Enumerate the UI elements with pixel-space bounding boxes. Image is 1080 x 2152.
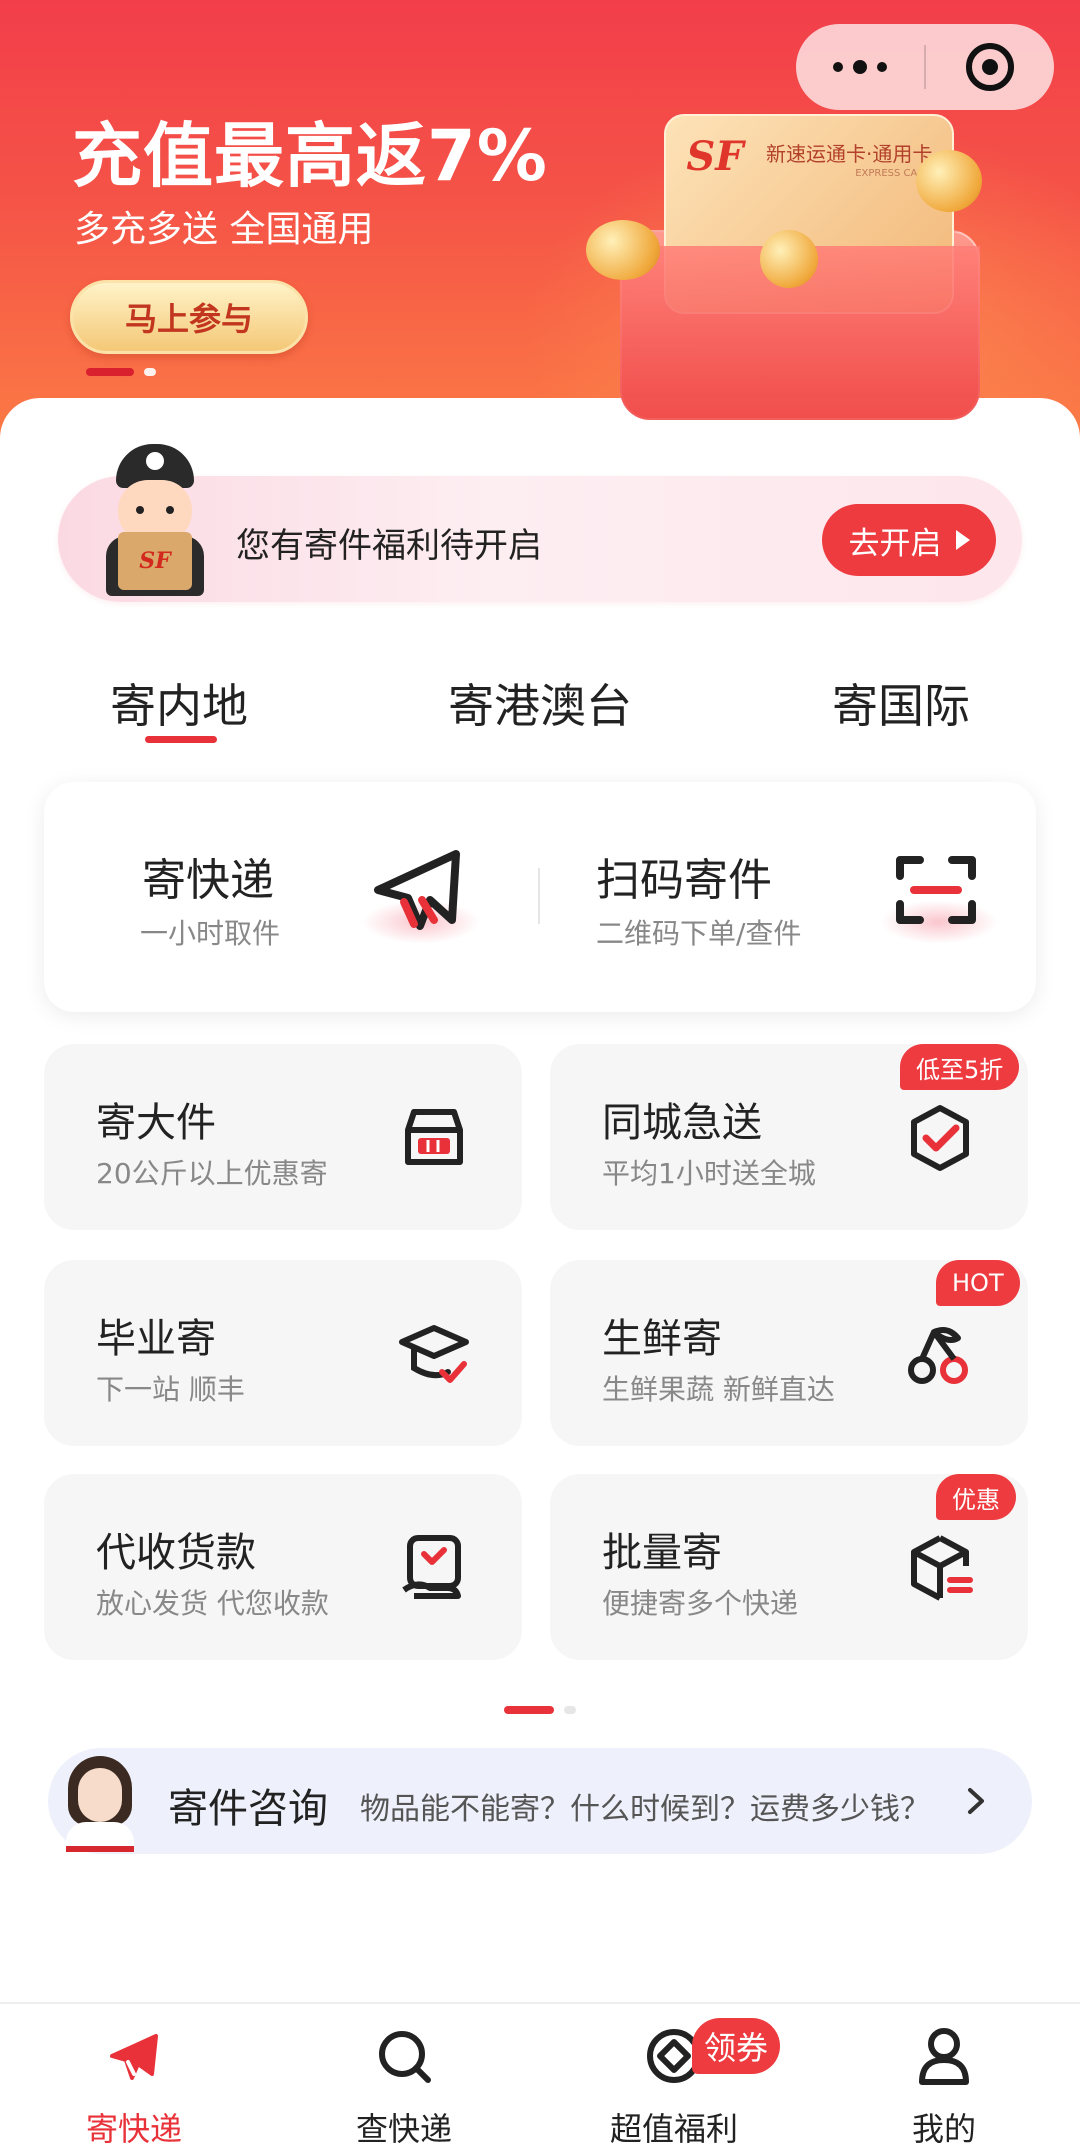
hot-badge: HOT [936, 1260, 1020, 1306]
send-express-title: 寄快递 [142, 855, 274, 906]
banner-subtitle: 多充多送 全国通用 [74, 209, 374, 250]
service-tile-bulky[interactable]: 寄大件 20公斤以上优惠寄 [44, 1044, 522, 1230]
send-plane-icon [110, 2034, 158, 2080]
service-tile-cod[interactable]: 代收货款 放心发货 代您收款 [44, 1474, 522, 1660]
banner-pager-dot [144, 368, 156, 376]
more-dots-icon[interactable] [796, 24, 924, 110]
service-subtitle: 生鲜果蔬 新鲜直达 [602, 1373, 835, 1406]
graduation-cap-icon [399, 1325, 469, 1383]
service-subtitle: 下一站 顺丰 [96, 1373, 245, 1406]
user-icon [919, 2028, 969, 2085]
discount-badge: 低至5折 [900, 1044, 1020, 1090]
tabbar-track[interactable]: 查快递 [304, 2026, 504, 2148]
coin-icon [916, 150, 982, 212]
card-name: 新速运通卡·通用卡 [766, 142, 933, 166]
banner-title: 充值最高返7% [72, 115, 548, 197]
tabbar-me-label: 我的 [911, 2110, 976, 2148]
courier-box-logo: SF [118, 532, 192, 590]
payment-collect-icon [402, 1535, 461, 1599]
consult-title: 寄件咨询 [168, 1786, 328, 1832]
service-title: 批量寄 [602, 1530, 722, 1576]
tabbar-me[interactable]: 我的 [844, 2026, 1044, 2148]
coin-icon [586, 220, 660, 280]
banner-pager-dot-active [86, 368, 134, 376]
batch-box-icon [911, 1535, 973, 1601]
tabbar-send-label: 寄快递 [85, 2110, 182, 2148]
welfare-text: 您有寄件福利待开启 [236, 526, 542, 566]
offer-badge: 优惠 [936, 1474, 1016, 1520]
tab-international[interactable]: 寄国际 [832, 670, 970, 736]
courier-mascot-icon: SF [88, 440, 218, 600]
services-pager-dot [564, 1706, 576, 1714]
shield-check-icon [911, 1105, 969, 1171]
banner-pager [86, 368, 156, 376]
welfare-open-button[interactable]: 去开启 [822, 504, 996, 576]
tabbar-track-label: 查快递 [355, 2110, 452, 2148]
express-card-illustration: SF 新速运通卡·通用卡 EXPRESS CARD [580, 110, 1000, 420]
consult-questions: 物品能不能寄？什么时候到？运费多少钱？ [360, 1792, 930, 1827]
cargo-box-icon [405, 1109, 463, 1165]
active-tab-indicator [145, 736, 217, 743]
miniprogram-capsule [796, 24, 1054, 110]
search-icon [379, 2031, 431, 2083]
tabbar-send[interactable]: 寄快递 [34, 2026, 234, 2148]
service-title: 同城急送 [602, 1100, 762, 1146]
cherry-icon [908, 1327, 968, 1384]
play-triangle-icon [955, 530, 970, 550]
sf-logo: SF [686, 132, 744, 180]
service-subtitle: 平均1小时送全城 [602, 1157, 816, 1190]
scan-icon [896, 856, 976, 924]
service-tile-graduation[interactable]: 毕业寄 下一站 顺丰 [44, 1260, 522, 1446]
service-title: 毕业寄 [96, 1316, 216, 1362]
welfare-open-label: 去开启 [848, 525, 942, 562]
service-title: 寄大件 [96, 1100, 216, 1146]
tab-mainland[interactable]: 寄内地 [110, 670, 248, 736]
coin-icon [760, 230, 818, 288]
send-express-subtitle: 一小时取件 [140, 917, 281, 950]
tab-hk-macau-taiwan[interactable]: 寄港澳台 [448, 670, 632, 736]
services-pager [504, 1706, 576, 1714]
customer-service-avatar [64, 1752, 136, 1852]
paper-plane-icon [374, 850, 460, 930]
services-pager-dot-active [504, 1706, 554, 1714]
service-subtitle: 便捷寄多个快递 [602, 1587, 799, 1620]
service-title: 代收货款 [96, 1530, 256, 1576]
service-title: 生鲜寄 [602, 1316, 722, 1362]
scan-send-subtitle: 二维码下单/查件 [596, 917, 802, 950]
coupon-badge: 领券 [692, 2018, 781, 2074]
tabbar-benefits-label: 超值福利 [609, 2110, 738, 2148]
chevron-right-icon[interactable] [966, 1786, 986, 1816]
banner-join-button[interactable]: 马上参与 [70, 280, 308, 354]
scan-send-title: 扫码寄件 [596, 855, 772, 906]
service-subtitle: 20公斤以上优惠寄 [96, 1157, 328, 1190]
service-subtitle: 放心发货 代您收款 [96, 1587, 329, 1620]
target-icon[interactable] [926, 24, 1054, 110]
